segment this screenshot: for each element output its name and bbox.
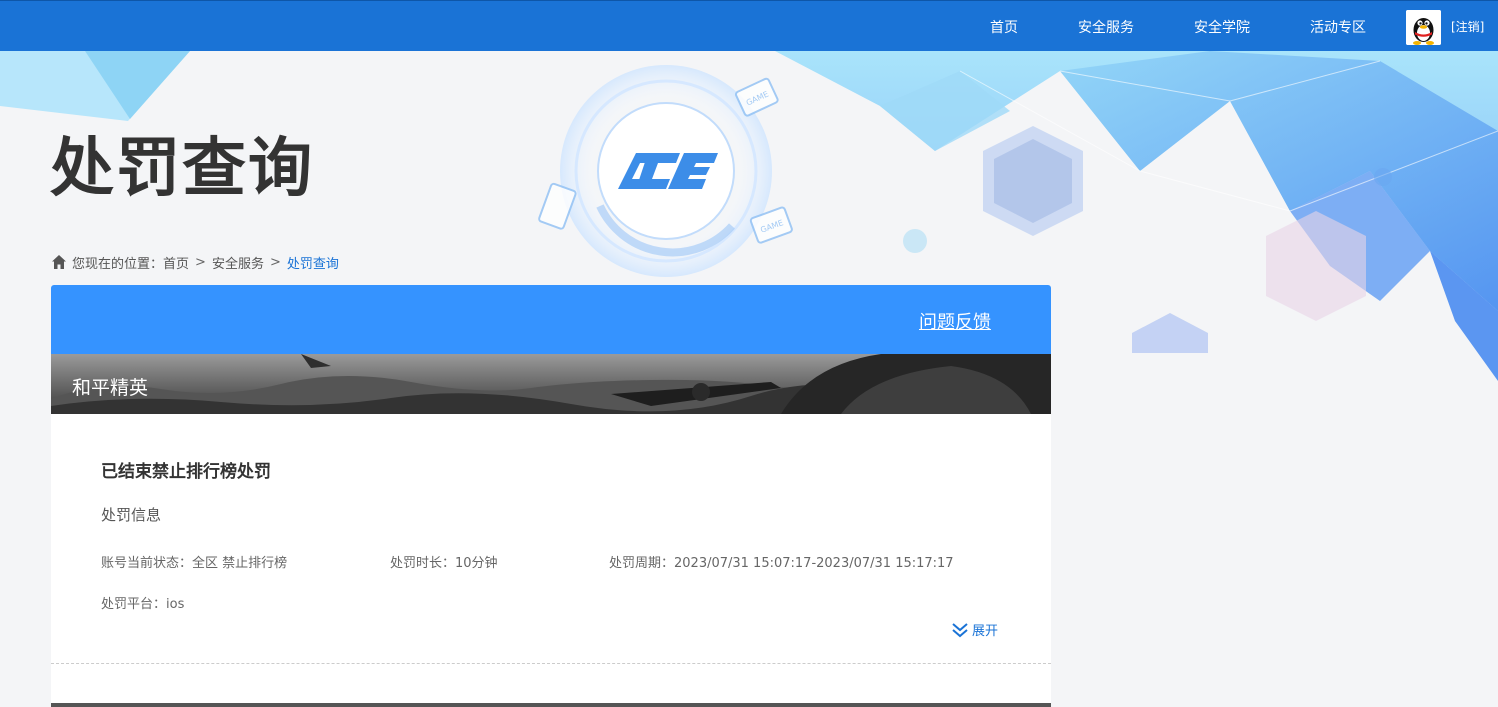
record-title: 已结束禁止排行榜处罚 [101,462,271,482]
panel-header: 问题反馈 [51,285,1051,354]
game-banner-image [51,354,1051,414]
game-name: 和平精英 [72,377,149,399]
top-navbar: 首页 安全服务 安全学院 活动专区 [注销] [0,0,1498,51]
breadcrumb-prefix: 您现在的位置： [72,256,164,272]
penalty-platform: 处罚平台：ios [101,597,185,612]
penalty-panel: 问题反馈 和平精英 已结束禁止排行榜处罚 处罚信息 账号当前状态：全区 禁止排行… [51,285,1051,707]
next-game-banner [51,703,1051,707]
nav-activity-zone[interactable]: 活动专区 [1310,1,1366,52]
logout-link[interactable]: [注销] [1451,1,1484,52]
double-chevron-down-icon [952,622,968,637]
breadcrumb-home[interactable]: 首页 [163,253,189,272]
breadcrumb-separator: > [269,254,281,270]
expand-button[interactable]: 展开 [951,620,998,639]
user-avatar[interactable] [1406,10,1441,45]
breadcrumb-current[interactable]: 处罚查询 [287,253,339,272]
penalty-duration: 处罚时长：10分钟 [390,556,498,571]
home-icon [52,255,66,269]
penalty-period: 处罚周期：2023/07/31 15:07:17-2023/07/31 15:1… [609,556,954,571]
account-status: 账号当前状态：全区 禁止排行榜 [101,556,288,571]
penalty-record: 已结束禁止排行榜处罚 处罚信息 账号当前状态：全区 禁止排行榜 处罚时长：10分… [51,414,1051,664]
expand-label: 展开 [972,624,999,639]
breadcrumb: 您现在的位置： 首页 > 安全服务 > 处罚查询 [51,252,339,272]
feedback-link[interactable]: 问题反馈 [919,308,991,334]
nav-security-academy[interactable]: 安全学院 [1194,1,1250,52]
nav-security-service[interactable]: 安全服务 [1078,1,1134,52]
game-banner: 和平精英 [51,354,1051,414]
record-divider [51,663,1051,664]
breadcrumb-security-service[interactable]: 安全服务 [212,253,264,272]
record-subtitle: 处罚信息 [101,506,162,524]
breadcrumb-separator: > [195,254,206,270]
qq-penguin-icon [1406,10,1441,45]
page-title: 处罚查询 [50,132,314,206]
nav-home[interactable]: 首页 [990,1,1018,52]
